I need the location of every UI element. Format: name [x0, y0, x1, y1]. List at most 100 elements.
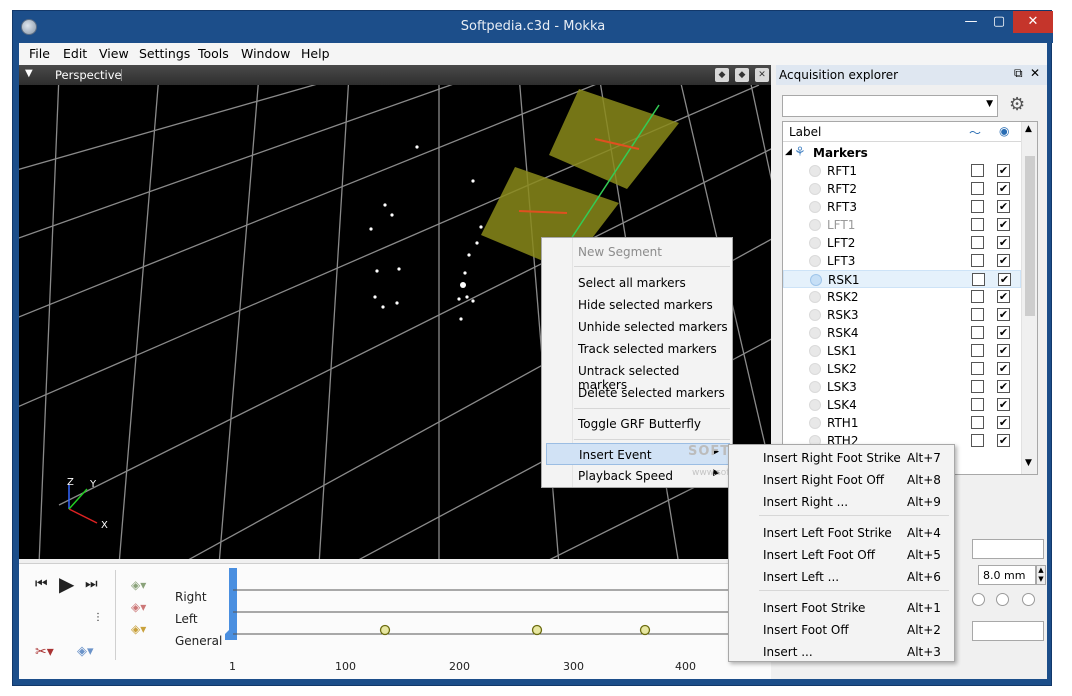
viewport-menu-arrow-icon[interactable]: ▼: [25, 68, 33, 79]
visible-checkbox[interactable]: ✔: [997, 380, 1010, 393]
visible-checkbox[interactable]: ✔: [997, 182, 1010, 195]
menu-view[interactable]: View: [99, 46, 129, 61]
marker-row[interactable]: RSK2 ✔: [783, 288, 1021, 306]
track-checkbox[interactable]: [971, 254, 984, 267]
visible-checkbox[interactable]: ✔: [997, 398, 1010, 411]
radius-spinbox[interactable]: 8.0 mm: [978, 565, 1036, 585]
visible-checkbox[interactable]: ✔: [997, 236, 1010, 249]
submenu-item[interactable]: Insert Foot Off Alt+2: [733, 619, 952, 641]
marker-row[interactable]: LSK3 ✔: [783, 378, 1021, 396]
track-checkbox[interactable]: [971, 290, 984, 303]
marker-row[interactable]: RFT2 ✔: [783, 180, 1021, 198]
track-checkbox[interactable]: [971, 398, 984, 411]
track-checkbox[interactable]: [971, 344, 984, 357]
markers-group[interactable]: ◢ ⚘ Markers: [783, 144, 1021, 162]
viewport-label[interactable]: Perspective: [55, 68, 122, 82]
float-panel-icon[interactable]: ⧉: [1014, 66, 1023, 81]
menu-tools[interactable]: Tools: [198, 46, 229, 61]
scroll-up-icon[interactable]: ▲: [1025, 124, 1032, 134]
menu-track-selected[interactable]: Track selected markers: [546, 338, 730, 360]
visible-checkbox[interactable]: ✔: [997, 308, 1010, 321]
visible-checkbox[interactable]: ✔: [997, 290, 1010, 303]
general-tag-icon[interactable]: ◈▾: [131, 622, 146, 636]
track-checkbox[interactable]: [971, 200, 984, 213]
track-checkbox[interactable]: [971, 218, 984, 231]
menu-file[interactable]: File: [29, 46, 50, 61]
radio-option-2[interactable]: [996, 593, 1009, 606]
right-tag-icon[interactable]: ◈▾: [131, 578, 146, 592]
menu-unhide-selected[interactable]: Unhide selected markers: [546, 316, 730, 338]
trajectory-column-icon[interactable]: 〜: [969, 124, 981, 141]
submenu-item[interactable]: Insert ... Alt+3: [733, 641, 952, 663]
track-checkbox[interactable]: [972, 273, 985, 286]
submenu-item[interactable]: Insert Left Foot Off Alt+5: [733, 544, 952, 566]
submenu-item[interactable]: Insert Left ... Alt+6: [733, 566, 952, 588]
close-view-icon[interactable]: ✕: [755, 68, 769, 82]
marker-row[interactable]: RSK1 ✔: [783, 270, 1021, 288]
visible-checkbox[interactable]: ✔: [998, 273, 1011, 286]
close-panel-icon[interactable]: ✕: [1030, 66, 1040, 80]
skip-forward-icon[interactable]: ⏭: [85, 576, 98, 592]
marker-row[interactable]: LFT1 ✔: [783, 216, 1021, 234]
scroll-thumb[interactable]: [1025, 156, 1035, 316]
track-checkbox[interactable]: [971, 434, 984, 447]
menu-toggle-grf[interactable]: Toggle GRF Butterfly: [546, 413, 730, 435]
acquisition-combo[interactable]: ▼: [782, 95, 998, 117]
marker-row[interactable]: RFT3 ✔: [783, 198, 1021, 216]
visible-checkbox[interactable]: ✔: [997, 362, 1010, 375]
marker-tree[interactable]: Label 〜 ◉ ◢ ⚘ Markers RFT1 ✔ RFT2 ✔ RFT3 ✔ LFT…: [782, 121, 1038, 475]
track-checkbox[interactable]: [971, 416, 984, 429]
menu-settings[interactable]: Settings: [139, 46, 190, 61]
play-icon[interactable]: ▶: [59, 572, 74, 596]
tools-icon[interactable]: ✂▾: [35, 644, 54, 660]
radio-option-3[interactable]: [1022, 593, 1035, 606]
submenu-item[interactable]: Insert Right Foot Strike Alt+7: [733, 447, 952, 469]
submenu-item[interactable]: Insert Foot Strike Alt+1: [733, 597, 952, 619]
visible-checkbox[interactable]: ✔: [997, 200, 1010, 213]
menu-select-all[interactable]: Select all markers: [546, 272, 730, 294]
marker-row[interactable]: RFT1 ✔: [783, 162, 1021, 180]
menu-edit[interactable]: Edit: [63, 46, 87, 61]
radius-spin-arrows[interactable]: ▲ ▼: [1036, 565, 1046, 585]
menu-delete-selected[interactable]: Delete selected markers: [546, 382, 730, 404]
radio-option-1[interactable]: [972, 593, 985, 606]
visible-checkbox[interactable]: ✔: [997, 254, 1010, 267]
marker-row[interactable]: LFT2 ✔: [783, 234, 1021, 252]
gear-icon[interactable]: ⚙: [1009, 94, 1025, 115]
marker-row[interactable]: LFT3 ✔: [783, 252, 1021, 270]
marker-row[interactable]: LSK1 ✔: [783, 342, 1021, 360]
skip-back-icon[interactable]: ⏮: [35, 576, 48, 592]
visible-checkbox[interactable]: ✔: [997, 326, 1010, 339]
marker-row[interactable]: RTH1 ✔: [783, 414, 1021, 432]
property-field-2[interactable]: [972, 621, 1044, 641]
title-bar[interactable]: Softpedia.c3d - Mokka — ▢ ✕: [13, 11, 1053, 43]
eye-icon[interactable]: ◉: [999, 124, 1009, 138]
marker-row[interactable]: RSK4 ✔: [783, 324, 1021, 342]
more-controls-icon[interactable]: ⋮: [93, 612, 103, 623]
submenu-item[interactable]: Insert Left Foot Strike Alt+4: [733, 522, 952, 544]
timeline-tracks[interactable]: [219, 568, 771, 658]
left-tag-icon[interactable]: ◈▾: [131, 600, 146, 614]
submenu-item[interactable]: Insert Right Foot Off Alt+8: [733, 469, 952, 491]
menu-untrack-selected[interactable]: Untrack selected markers: [546, 360, 730, 392]
submenu-item[interactable]: Insert Right ... Alt+9: [733, 491, 952, 513]
column-label[interactable]: Label: [789, 125, 821, 139]
visible-checkbox[interactable]: ✔: [997, 416, 1010, 429]
marker-row[interactable]: RSK3 ✔: [783, 306, 1021, 324]
track-checkbox[interactable]: [971, 236, 984, 249]
split-vertical-icon[interactable]: ◆: [735, 68, 749, 82]
track-checkbox[interactable]: [971, 182, 984, 195]
visible-checkbox[interactable]: ✔: [997, 164, 1010, 177]
scroll-down-icon[interactable]: ▼: [1025, 458, 1032, 468]
minimize-button[interactable]: —: [957, 11, 985, 33]
menu-window[interactable]: Window: [241, 46, 290, 61]
track-checkbox[interactable]: [971, 380, 984, 393]
track-checkbox[interactable]: [971, 362, 984, 375]
marker-row[interactable]: LSK4 ✔: [783, 396, 1021, 414]
menu-help[interactable]: Help: [301, 46, 330, 61]
maximize-button[interactable]: ▢: [985, 11, 1013, 33]
track-checkbox[interactable]: [971, 164, 984, 177]
tree-scrollbar[interactable]: ▲ ▼: [1021, 122, 1037, 474]
visible-checkbox[interactable]: ✔: [997, 344, 1010, 357]
split-horizontal-icon[interactable]: ◆: [715, 68, 729, 82]
